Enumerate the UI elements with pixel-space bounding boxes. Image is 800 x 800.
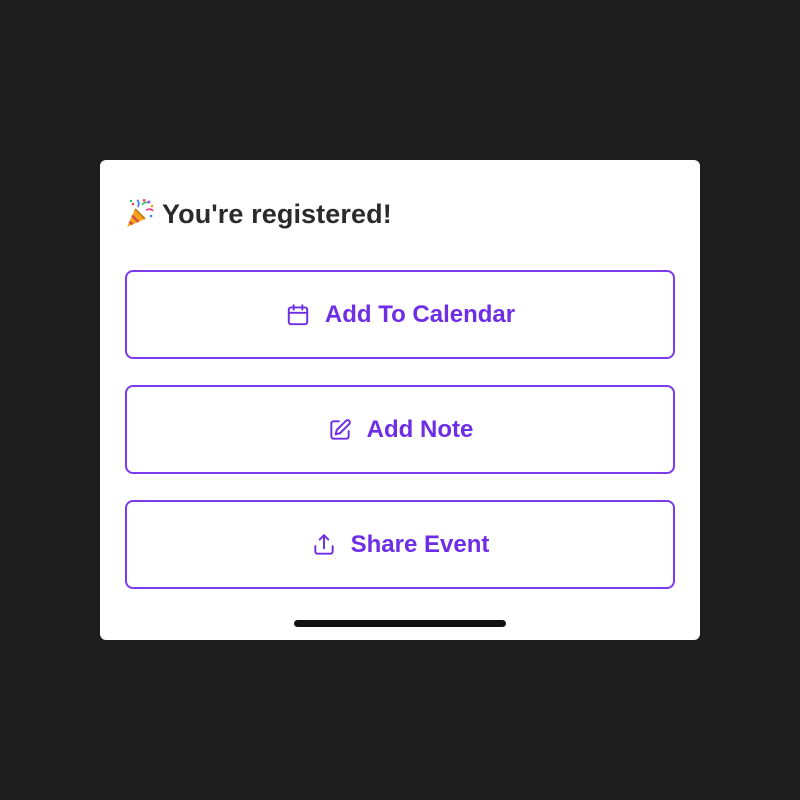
- share-event-button[interactable]: Share Event: [125, 500, 675, 589]
- calendar-icon: [285, 302, 311, 328]
- add-note-button[interactable]: Add Note: [125, 385, 675, 474]
- share-event-label: Share Event: [350, 530, 490, 558]
- add-to-calendar-button[interactable]: Add To Calendar: [125, 270, 675, 359]
- add-to-calendar-label: Add To Calendar: [324, 300, 516, 328]
- home-indicator[interactable]: [294, 620, 506, 627]
- page-title: You're registered!: [162, 198, 392, 229]
- sheet-header: You're registered!: [124, 196, 392, 232]
- share-icon: [311, 532, 337, 558]
- party-popper-icon: [124, 198, 156, 230]
- registration-confirmation-sheet: You're registered! Add To Calendar Add N…: [100, 160, 700, 640]
- edit-note-icon: [327, 417, 353, 443]
- add-note-label: Add Note: [366, 415, 474, 443]
